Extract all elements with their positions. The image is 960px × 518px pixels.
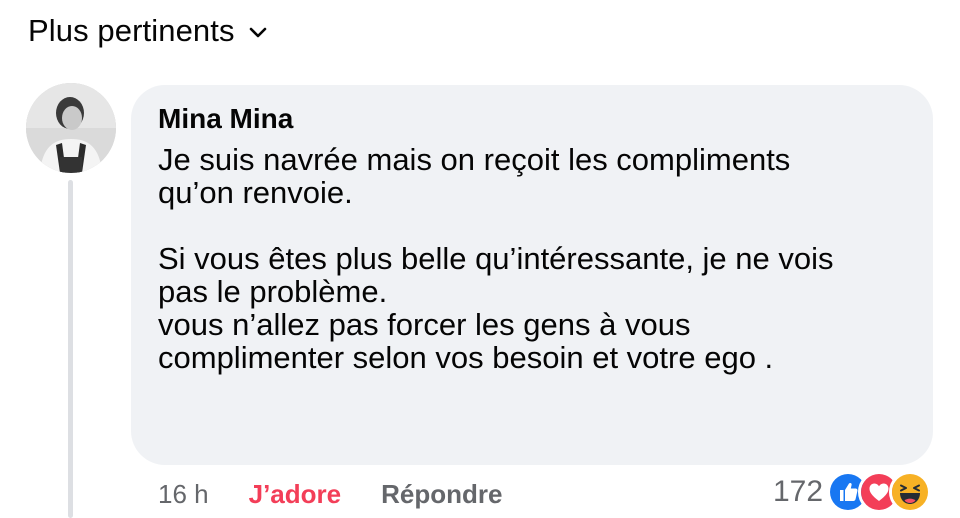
reaction-summary[interactable]: 172 — [773, 470, 932, 514]
sort-dropdown[interactable]: Plus pertinents — [28, 10, 269, 52]
reply-button[interactable]: Répondre — [381, 479, 502, 510]
comment-author[interactable]: Mina Mina — [158, 103, 293, 135]
thread-line — [68, 180, 73, 518]
haha-icon — [889, 471, 932, 513]
comment-time[interactable]: 16 h — [158, 479, 209, 510]
comment-actions: 16 h J’adore Répondre — [158, 476, 502, 512]
reaction-button[interactable]: J’adore — [249, 479, 342, 510]
reaction-count: 172 — [773, 475, 824, 508]
comment-bubble: Mina Mina Je suis navrée mais on reçoit … — [131, 85, 933, 465]
sort-label: Plus pertinents — [28, 13, 235, 48]
avatar[interactable] — [26, 83, 116, 173]
chevron-down-icon — [247, 22, 269, 44]
comment-text: Je suis navrée mais on reçoit les compli… — [158, 142, 834, 375]
